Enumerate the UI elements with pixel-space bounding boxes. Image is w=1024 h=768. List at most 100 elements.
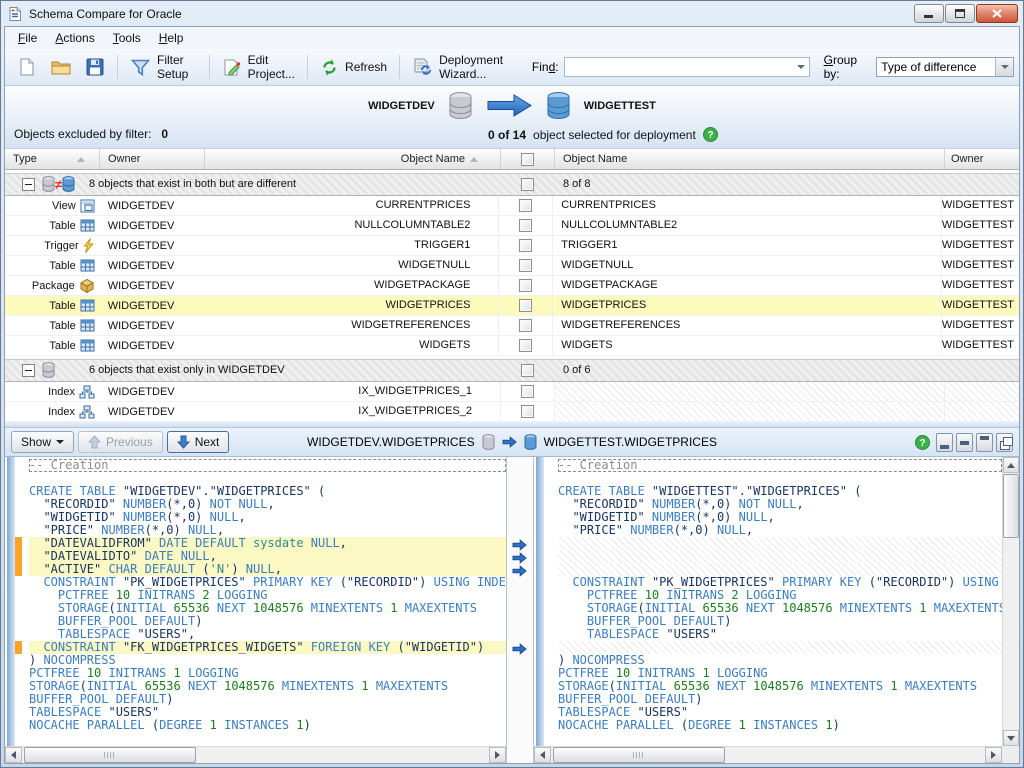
group-header-row[interactable]: 6 objects that exist only in WIDGETDEV 0 …	[5, 359, 1019, 382]
menu-item-help[interactable]: Help	[150, 28, 193, 48]
source-owner-cell: WIDGETDEV	[108, 405, 175, 418]
help-icon[interactable]: ?	[915, 434, 930, 450]
collapse-group-button[interactable]	[22, 178, 35, 191]
group-by-select[interactable]: Type of difference	[876, 57, 1014, 77]
close-button[interactable]	[976, 4, 1018, 23]
object-row[interactable]: View WIDGETDEV CURRENTPRICES CURRENTPRICES W…	[5, 196, 1019, 216]
copy-to-target-arrow-icon[interactable]	[512, 564, 527, 582]
next-difference-button[interactable]: Next	[166, 431, 230, 453]
group-checkbox[interactable]	[521, 364, 534, 377]
app-icon	[7, 6, 23, 22]
object-type-label: Index	[48, 385, 75, 398]
target-database-icon	[546, 91, 571, 120]
menu-item-file[interactable]: File	[9, 28, 46, 48]
target-sql-pane: -- Creation CREATE TABLE "WIDGETTEST"."WI…	[533, 457, 1019, 763]
object-row[interactable]: Index WIDGETDEV IX_WIDGETPRICES_2	[5, 402, 1019, 422]
source-owner-cell: WIDGETDEV	[107, 319, 175, 332]
edit-project-button[interactable]: Edit Project...	[215, 50, 302, 84]
target-object-name-cell: NULLCOLUMNTABLE2	[553, 216, 942, 235]
row-checkbox[interactable]	[521, 385, 534, 398]
row-checkbox[interactable]	[521, 405, 534, 418]
collapse-group-button[interactable]	[22, 364, 35, 377]
scroll-down-button[interactable]	[1003, 730, 1019, 746]
object-row[interactable]: Table WIDGETDEV WIDGETNULL WIDGETNULL WIDGET…	[5, 256, 1019, 276]
scroll-left-button[interactable]	[5, 747, 22, 763]
scrollbar-thumb[interactable]	[553, 747, 725, 763]
copy-to-target-arrow-icon[interactable]	[512, 642, 527, 660]
open-folder-icon	[51, 58, 72, 76]
pane-restore-button[interactable]	[996, 432, 1013, 452]
group-checkbox[interactable]	[521, 178, 534, 191]
target-object-name-cell: CURRENTPRICES	[553, 196, 942, 215]
group-header-row[interactable]: ≠ 8 objects that exist in both but are di…	[5, 173, 1019, 196]
change-marker[interactable]	[15, 641, 22, 654]
filter-setup-button[interactable]: Filter Setup	[123, 50, 204, 84]
pane-layout-bottom-button[interactable]	[936, 432, 953, 452]
scroll-right-button[interactable]	[985, 747, 1002, 763]
column-header-select-all[interactable]	[501, 149, 555, 169]
save-project-button[interactable]	[79, 55, 112, 79]
row-checkbox[interactable]	[519, 299, 533, 312]
object-type-label: Package	[31, 279, 75, 292]
new-project-button[interactable]	[10, 54, 44, 80]
object-type-label: Table	[49, 319, 76, 332]
row-checkbox[interactable]	[519, 219, 533, 232]
deployment-wizard-icon	[412, 57, 433, 77]
column-header-owner-source[interactable]: Owner	[100, 149, 205, 169]
minimize-button[interactable]	[914, 4, 944, 23]
scroll-left-button[interactable]	[534, 747, 551, 763]
row-checkbox[interactable]	[519, 279, 533, 292]
object-row[interactable]: Table WIDGETDEV WIDGETPRICES WIDGETPRICES WI…	[5, 296, 1019, 316]
chevron-down-icon	[56, 440, 65, 444]
menu-item-tools[interactable]: Tools	[104, 28, 150, 48]
filter-setup-label: Filter Setup	[157, 53, 189, 81]
object-row[interactable]: Table WIDGETDEV WIDGETS WIDGETS WIDGETTEST	[5, 336, 1019, 356]
row-checkbox[interactable]	[519, 319, 533, 332]
group-by-dropdown-button[interactable]	[995, 58, 1013, 76]
pane-layout-split-button[interactable]	[956, 432, 973, 452]
menu-item-actions[interactable]: Actions	[46, 28, 103, 48]
object-type-label: Index	[48, 405, 75, 418]
scrollbar-thumb[interactable]	[1003, 474, 1019, 538]
title-bar[interactable]: Schema Compare for Oracle	[1, 1, 1023, 26]
find-dropdown-button[interactable]	[793, 65, 809, 69]
toolbar: Filter Setup Edit Project... Refresh Dep…	[5, 49, 1019, 86]
column-header-name-target[interactable]: Object Name	[555, 149, 945, 169]
source-object-name: WIDGETDEV.WIDGETPRICES	[307, 435, 475, 449]
open-project-button[interactable]	[44, 55, 79, 79]
maximize-button[interactable]	[945, 4, 975, 23]
row-checkbox[interactable]	[519, 259, 533, 272]
target-schema-label: WIDGETTEST	[583, 99, 656, 112]
horizontal-scrollbar[interactable]	[5, 746, 506, 763]
scroll-right-button[interactable]	[489, 747, 506, 763]
help-icon[interactable]: ?	[702, 127, 718, 142]
vertical-scrollbar[interactable]	[1002, 457, 1019, 746]
column-header-name-source[interactable]: Object Name	[205, 149, 501, 169]
source-database-icon	[42, 362, 55, 378]
show-menu-button[interactable]: Show	[11, 431, 75, 453]
scroll-up-button[interactable]	[1003, 457, 1019, 473]
object-row[interactable]: Trigger WIDGETDEV TRIGGER1 TRIGGER1 WIDGETTE…	[5, 236, 1019, 256]
pane-layout-top-button[interactable]	[976, 432, 993, 452]
column-header-owner-target[interactable]: Owner	[945, 149, 1019, 169]
find-input[interactable]	[563, 57, 810, 77]
row-checkbox[interactable]	[519, 239, 533, 252]
column-header-type[interactable]: Type	[5, 149, 100, 169]
toolbar-separator	[307, 55, 309, 79]
scrollbar-thumb[interactable]	[24, 747, 196, 763]
row-checkbox[interactable]	[519, 199, 533, 212]
object-row[interactable]: Table WIDGETDEV NULLCOLUMNTABLE2 NULLCOLUMN…	[5, 216, 1019, 236]
refresh-button[interactable]: Refresh	[313, 55, 394, 80]
object-row[interactable]: Package WIDGETDEV WIDGETPACKAGE WIDGETPACKA…	[5, 276, 1019, 296]
change-marker[interactable]	[15, 537, 22, 576]
diff-gutter	[507, 457, 533, 763]
row-checkbox[interactable]	[519, 339, 533, 352]
excluded-filter-label: Objects excluded by filter:	[14, 127, 152, 141]
deployment-wizard-button[interactable]: Deployment Wizard...	[405, 50, 526, 84]
object-row[interactable]: Table WIDGETDEV WIDGETREFERENCES WIDGETREFE…	[5, 316, 1019, 336]
previous-difference-button[interactable]: Previous	[78, 431, 163, 453]
select-all-checkbox[interactable]	[521, 152, 534, 166]
object-row[interactable]: Index WIDGETDEV IX_WIDGETPRICES_1	[5, 382, 1019, 402]
horizontal-scrollbar[interactable]	[534, 746, 1002, 763]
edit-project-label: Edit Project...	[247, 53, 295, 81]
